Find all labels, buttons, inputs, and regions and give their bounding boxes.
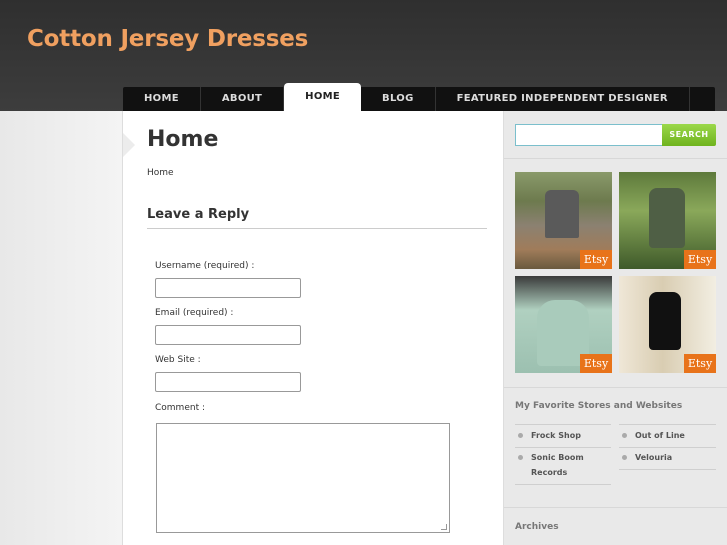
etsy-product-thumb[interactable]: Etsy <box>619 172 716 269</box>
link-out-of-line[interactable]: Out of Line <box>635 428 685 443</box>
username-label: Username (required) : <box>155 261 255 271</box>
site-header: Cotton Jersey Dresses HOME ABOUT HOME BL… <box>0 0 727 112</box>
comment-textarea[interactable] <box>156 423 450 533</box>
link-frock-shop[interactable]: Frock Shop <box>531 428 581 443</box>
page-title: Home <box>147 127 219 152</box>
sidebar-divider <box>504 507 727 508</box>
link-divider <box>619 469 716 470</box>
etsy-badge: Etsy <box>684 250 716 269</box>
bullet-icon <box>622 433 627 438</box>
bullet-icon <box>518 433 523 438</box>
link-divider <box>515 484 611 485</box>
website-label: Web Site : <box>155 355 201 365</box>
breadcrumb: Home <box>147 168 174 178</box>
left-gutter <box>0 111 123 545</box>
nav-item-blog[interactable]: BLOG <box>361 87 436 111</box>
etsy-product-thumb[interactable]: Etsy <box>619 276 716 373</box>
email-field[interactable] <box>155 325 301 345</box>
comment-label: Comment : <box>155 403 205 413</box>
search-input[interactable] <box>515 124 663 146</box>
favorites-title: My Favorite Stores and Websites <box>515 401 683 411</box>
link-divider <box>619 424 716 425</box>
sidebar-divider <box>504 387 727 388</box>
reply-heading: Leave a Reply <box>147 207 250 222</box>
etsy-badge: Etsy <box>580 250 612 269</box>
bullet-icon <box>518 455 523 460</box>
main-nav: HOME ABOUT HOME BLOG FEATURED INDEPENDEN… <box>123 83 715 111</box>
search-button[interactable]: SEARCH <box>662 124 716 146</box>
link-velouria[interactable]: Velouria <box>635 450 672 465</box>
etsy-badge: Etsy <box>684 354 716 373</box>
website-field[interactable] <box>155 372 301 392</box>
page-body: Home Home Leave a Reply Username (requir… <box>0 111 727 545</box>
sidebar: SEARCH Etsy Etsy Etsy Etsy My Favorite S… <box>503 111 727 545</box>
resize-grip-icon[interactable] <box>441 524 447 530</box>
site-title[interactable]: Cotton Jersey Dresses <box>27 26 308 52</box>
reply-divider <box>147 228 487 229</box>
username-field[interactable] <box>155 278 301 298</box>
link-sonic-boom-records[interactable]: Sonic Boom Records <box>531 450 591 480</box>
nav-item-featured-designer[interactable]: FEATURED INDEPENDENT DESIGNER <box>436 87 690 111</box>
archives-title: Archives <box>515 522 559 532</box>
etsy-product-thumb[interactable]: Etsy <box>515 172 612 269</box>
etsy-badge: Etsy <box>580 354 612 373</box>
link-divider <box>515 424 611 425</box>
email-label: Email (required) : <box>155 308 234 318</box>
etsy-product-thumb[interactable]: Etsy <box>515 276 612 373</box>
bullet-icon <box>622 455 627 460</box>
nav-item-about[interactable]: ABOUT <box>201 87 285 111</box>
nav-item-home-current[interactable]: HOME <box>284 83 362 111</box>
link-divider <box>515 447 611 448</box>
content-notch <box>123 133 135 157</box>
sidebar-divider <box>504 158 727 159</box>
link-divider <box>619 447 716 448</box>
nav-item-home[interactable]: HOME <box>123 87 201 111</box>
